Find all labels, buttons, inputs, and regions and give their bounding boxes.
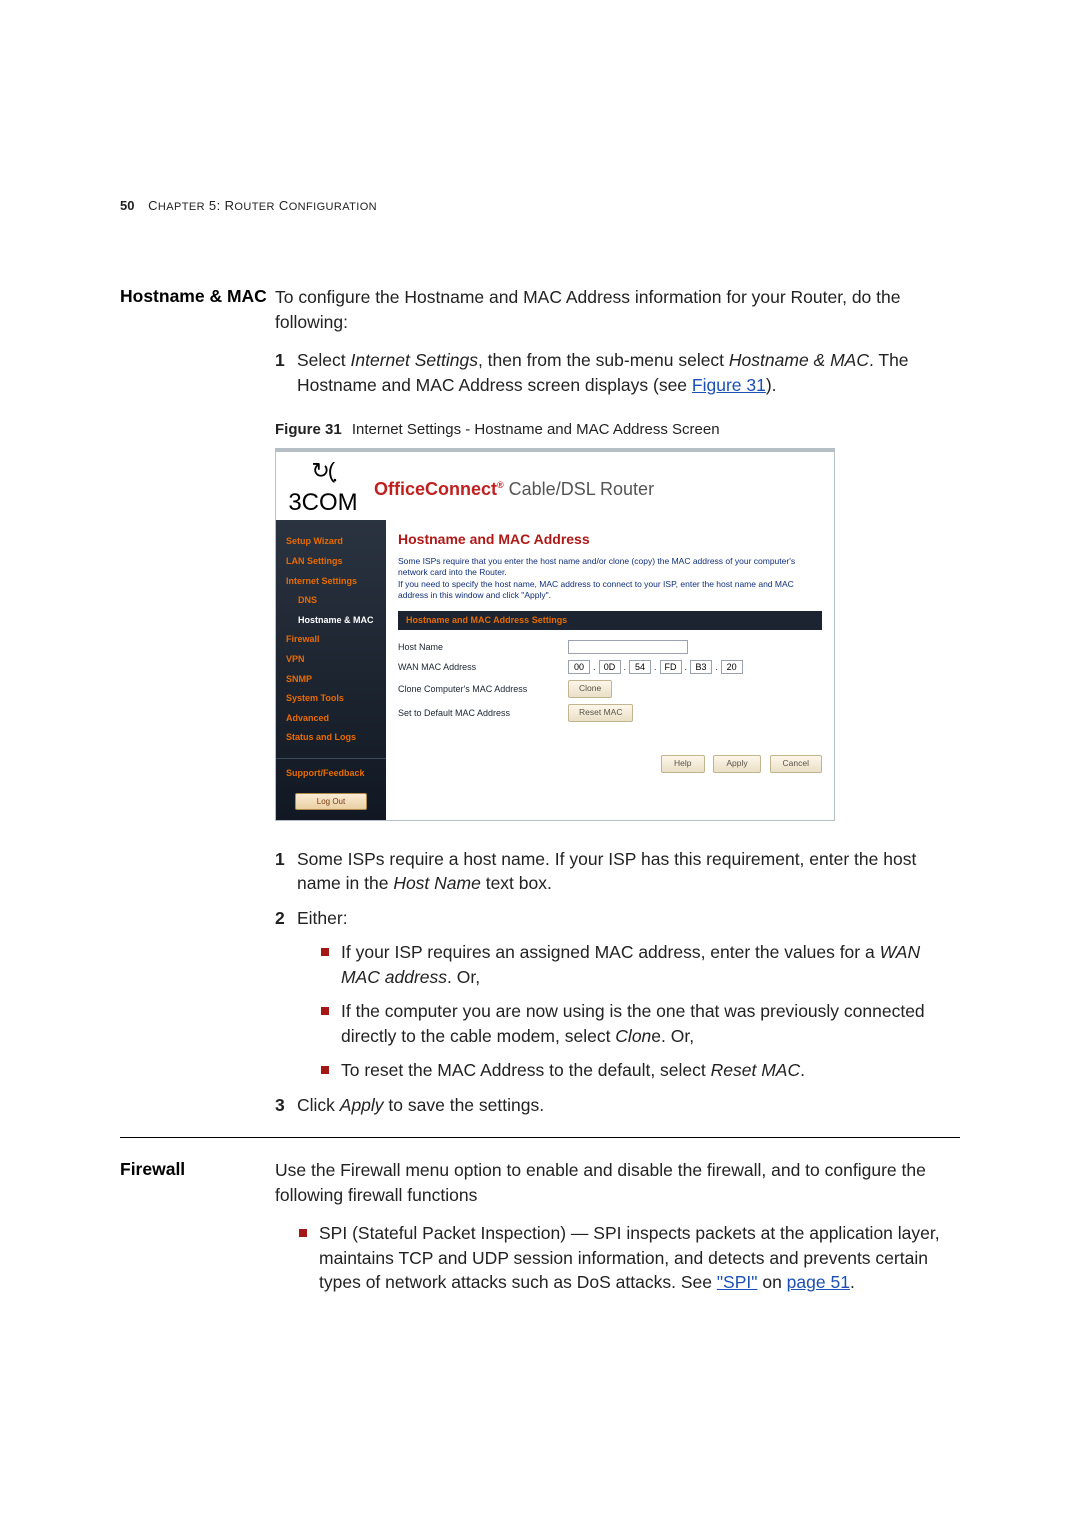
nav-status-logs[interactable]: Status and Logs [276,728,386,748]
logo-3com: ↻(• 3COM [282,460,364,520]
label-reset-mac: Set to Default MAC Address [398,707,568,720]
post-step-3: Click Apply to save the settings. [275,1093,960,1118]
figure-31-link[interactable]: Figure 31 [692,375,766,395]
nav-support-feedback[interactable]: Support/Feedback [276,758,386,783]
router-screenshot: ↻(• 3COM OfficeConnect® Cable/DSL Router… [275,448,835,821]
label-clone-mac: Clone Computer's MAC Address [398,683,568,696]
mac-octet-1[interactable] [568,660,590,674]
host-name-input[interactable] [568,640,688,654]
either-bullet-3: To reset the MAC Address to the default,… [321,1058,960,1083]
reset-mac-button[interactable]: Reset MAC [568,704,633,722]
panel-intro: Some ISPs require that you enter the hos… [398,556,822,602]
nav-advanced[interactable]: Advanced [276,708,386,728]
clone-button[interactable]: Clone [568,680,612,698]
logout-button[interactable]: Log Out [295,793,367,810]
help-button[interactable]: Help [661,755,704,773]
intro-text: To configure the Hostname and MAC Addres… [275,285,960,334]
nav-snmp[interactable]: SNMP [276,669,386,689]
label-wan-mac: WAN MAC Address [398,661,568,674]
apply-button[interactable]: Apply [713,755,760,773]
nav-setup-wizard[interactable]: Setup Wizard [276,532,386,552]
nav-firewall[interactable]: Firewall [276,630,386,650]
post-step-1: Some ISPs require a host name. If your I… [275,847,960,896]
settings-bar: Hostname and MAC Address Settings [398,611,822,630]
page-51-link[interactable]: page 51 [787,1272,850,1292]
section-divider [120,1137,960,1138]
nav-system-tools[interactable]: System Tools [276,689,386,709]
nav-lan-settings[interactable]: LAN Settings [276,552,386,572]
panel-title: Hostname and MAC Address [398,530,822,550]
either-bullet-1: If your ISP requires an assigned MAC add… [321,940,960,989]
firewall-intro: Use the Firewall menu option to enable a… [275,1158,960,1207]
nav-vpn[interactable]: VPN [276,650,386,670]
wan-mac-input-group: ..... [568,660,743,674]
nav-dns[interactable]: DNS [276,591,386,611]
chapter-label: CHAPTER 5: ROUTER CONFIGURATION [148,198,377,213]
figure-caption: Figure 31 Internet Settings - Hostname a… [275,419,960,440]
mac-octet-4[interactable] [660,660,682,674]
spi-link[interactable]: "SPI" [717,1272,758,1292]
cancel-button[interactable]: Cancel [770,755,822,773]
step-1: Select Internet Settings, then from the … [275,348,960,397]
product-title: OfficeConnect® Cable/DSL Router [374,477,654,502]
mac-octet-5[interactable] [690,660,712,674]
router-nav: Setup Wizard LAN Settings Internet Setti… [276,520,386,820]
running-header: 50 CHAPTER 5: ROUTER CONFIGURATION [120,198,960,213]
label-host-name: Host Name [398,641,568,654]
mac-octet-6[interactable] [721,660,743,674]
side-heading-hostname-mac: Hostname & MAC [120,285,275,1158]
mac-octet-2[interactable] [599,660,621,674]
nav-internet-settings[interactable]: Internet Settings [276,571,386,591]
page-number: 50 [120,198,134,213]
firewall-bullet-spi: SPI (Stateful Packet Inspection) — SPI i… [299,1221,960,1295]
either-bullet-2: If the computer you are now using is the… [321,999,960,1048]
mac-octet-3[interactable] [629,660,651,674]
side-heading-firewall: Firewall [120,1158,275,1305]
post-step-2: Either: If your ISP requires an assigned… [275,906,960,1083]
nav-hostname-mac[interactable]: Hostname & MAC [276,610,386,630]
